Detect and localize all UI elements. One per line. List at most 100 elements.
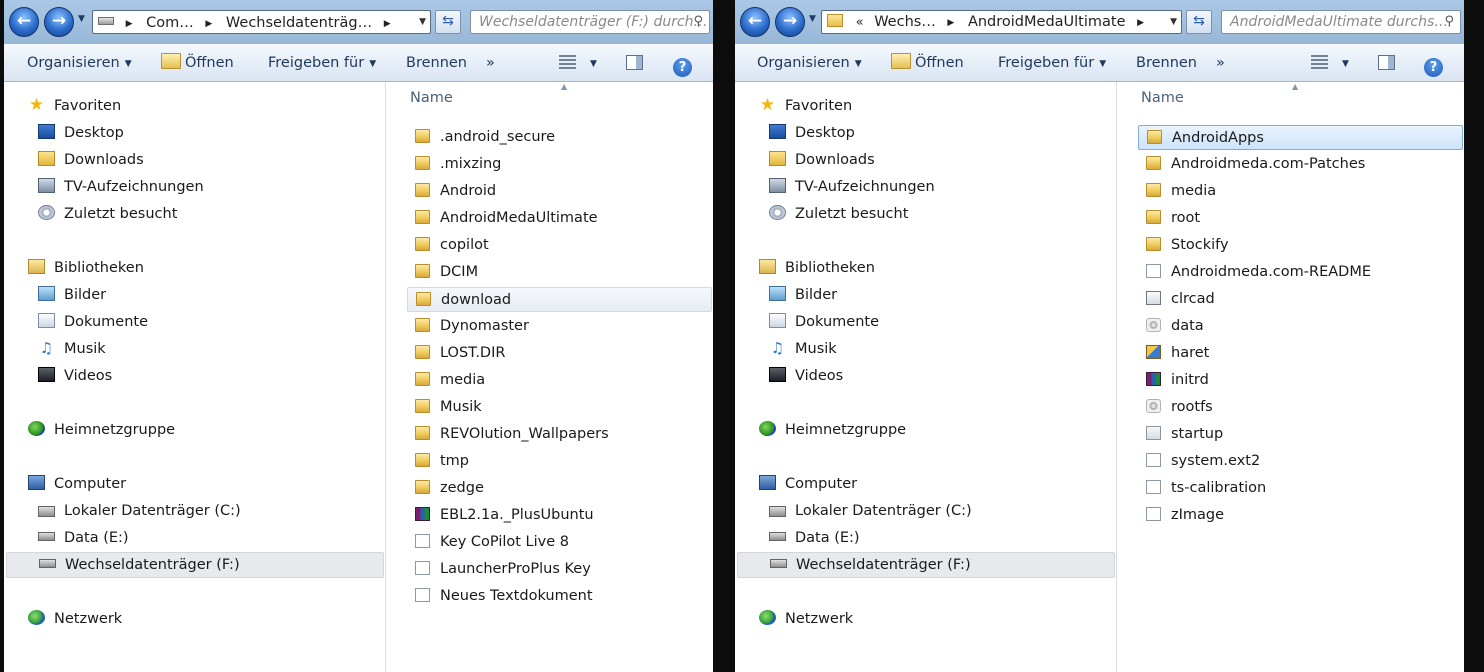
search-input[interactable]: AndroidMedaUltimate durchs… ⚲ [1221, 10, 1461, 34]
nav-drive-c[interactable]: Lokaler Datenträger (C:) [38, 499, 241, 523]
file-row[interactable]: zImage [1138, 503, 1463, 528]
more-commands-button[interactable]: » [1216, 44, 1225, 82]
refresh-button[interactable]: ⇆ [435, 10, 461, 34]
open-button[interactable]: Öffnen [161, 44, 234, 82]
nav-computer[interactable]: Computer [28, 472, 126, 496]
file-row[interactable]: media [407, 368, 712, 393]
burn-button[interactable]: Brennen [1136, 44, 1197, 82]
file-row[interactable]: REVOlution_Wallpapers [407, 422, 712, 447]
breadcrumb-removable-drive[interactable]: Wechseldatenträg… [226, 15, 372, 31]
chevron-right-icon[interactable]: ▶ [1137, 18, 1144, 28]
chevron-right-icon[interactable]: ▶ [205, 19, 212, 29]
file-row[interactable]: haret [1138, 341, 1463, 366]
nav-pictures[interactable]: Bilder [38, 283, 106, 307]
burn-button[interactable]: Brennen [406, 44, 467, 82]
breadcrumb-removable-drive[interactable]: Wechs… [874, 14, 936, 30]
change-view-button[interactable]: ▼ [1311, 44, 1349, 83]
nav-favorites[interactable]: ★ Favoriten [759, 94, 852, 118]
refresh-button[interactable]: ⇆ [1186, 10, 1212, 34]
file-row[interactable]: copilot [407, 233, 712, 258]
column-header-name[interactable]: Name [410, 90, 453, 106]
nav-libraries[interactable]: Bibliotheken [28, 256, 144, 280]
chevron-right-icon[interactable]: ▶ [384, 19, 391, 29]
file-row[interactable]: .mixzing [407, 152, 712, 177]
nav-homegroup[interactable]: Heimnetzgruppe [28, 418, 175, 442]
recent-pages-dropdown[interactable]: ▼ [78, 14, 85, 24]
file-row[interactable]: Androidmeda.com-README [1138, 260, 1463, 285]
column-header-name[interactable]: Name [1141, 90, 1184, 106]
file-row[interactable]: system.ext2 [1138, 449, 1463, 474]
file-row[interactable]: media [1138, 179, 1463, 204]
nav-videos[interactable]: Videos [769, 364, 843, 388]
nav-favorites[interactable]: ★ Favoriten [28, 94, 121, 118]
nav-desktop[interactable]: Desktop [769, 121, 855, 145]
nav-network[interactable]: Netzwerk [759, 607, 853, 631]
change-view-button[interactable]: ▼ [559, 44, 597, 83]
nav-downloads[interactable]: Downloads [38, 148, 144, 172]
nav-tv-recordings[interactable]: TV-Aufzeichnungen [769, 175, 935, 199]
forward-button[interactable]: → [775, 7, 805, 37]
open-button[interactable]: Öffnen [891, 44, 964, 82]
file-row[interactable]: initrd [1138, 368, 1463, 393]
overflow-chevrons-icon[interactable]: « [856, 15, 864, 30]
organize-button[interactable]: Organisieren ▼ [27, 44, 132, 83]
nav-drive-e[interactable]: Data (E:) [38, 526, 129, 550]
nav-music[interactable]: ♫ Musik [38, 337, 106, 361]
address-bar[interactable]: « Wechs… ▶ AndroidMedaUltimate ▶ ▼ [821, 10, 1182, 34]
nav-drive-e[interactable]: Data (E:) [769, 526, 860, 550]
nav-drive-f-selected[interactable]: Wechseldatenträger (F:) [737, 552, 1115, 578]
share-with-button[interactable]: Freigeben für ▼ [998, 44, 1106, 83]
file-row[interactable]: Neues Textdokument [407, 584, 712, 609]
file-row[interactable]: zedge [407, 476, 712, 501]
chevron-right-icon[interactable]: ▶ [947, 18, 954, 28]
file-row[interactable]: LOST.DIR [407, 341, 712, 366]
file-row[interactable]: data [1138, 314, 1463, 339]
nav-videos[interactable]: Videos [38, 364, 112, 388]
breadcrumb-current-folder[interactable]: AndroidMedaUltimate [968, 14, 1126, 30]
file-row-hover[interactable]: download [407, 287, 712, 312]
chevron-down-icon[interactable]: ▼ [419, 11, 426, 33]
nav-music[interactable]: ♫ Musik [769, 337, 837, 361]
back-button[interactable]: ← [740, 7, 770, 37]
file-row[interactable]: Musik [407, 395, 712, 420]
nav-computer[interactable]: Computer [759, 472, 857, 496]
nav-pictures[interactable]: Bilder [769, 283, 837, 307]
help-button[interactable]: ? [673, 44, 692, 82]
chevron-down-icon[interactable]: ▼ [1170, 11, 1177, 33]
chevron-right-icon[interactable]: ▶ [126, 19, 133, 29]
file-row[interactable]: Androidmeda.com-Patches [1138, 152, 1463, 177]
file-row[interactable]: root [1138, 206, 1463, 231]
file-row[interactable]: ts-calibration [1138, 476, 1463, 501]
nav-documents[interactable]: Dokumente [38, 310, 148, 334]
file-row[interactable]: Dynomaster [407, 314, 712, 339]
nav-network[interactable]: Netzwerk [28, 607, 122, 631]
address-bar[interactable]: ▶ Com… ▶ Wechseldatenträg… ▶ ▼ [92, 10, 431, 34]
file-row[interactable]: Key CoPilot Live 8 [407, 530, 712, 555]
file-row[interactable]: Android [407, 179, 712, 204]
nav-downloads[interactable]: Downloads [769, 148, 875, 172]
nav-desktop[interactable]: Desktop [38, 121, 124, 145]
nav-homegroup[interactable]: Heimnetzgruppe [759, 418, 906, 442]
file-row[interactable]: Stockify [1138, 233, 1463, 258]
file-row-selected[interactable]: AndroidApps [1138, 125, 1463, 150]
nav-recent-places[interactable]: Zuletzt besucht [38, 202, 177, 226]
file-row[interactable]: rootfs [1138, 395, 1463, 420]
nav-recent-places[interactable]: Zuletzt besucht [769, 202, 908, 226]
nav-documents[interactable]: Dokumente [769, 310, 879, 334]
file-row[interactable]: clrcad [1138, 287, 1463, 312]
file-row[interactable]: DCIM [407, 260, 712, 285]
nav-tv-recordings[interactable]: TV-Aufzeichnungen [38, 175, 204, 199]
nav-drive-f-selected[interactable]: Wechseldatenträger (F:) [6, 552, 384, 578]
share-with-button[interactable]: Freigeben für ▼ [268, 44, 376, 83]
preview-pane-button[interactable] [1378, 44, 1395, 82]
file-row[interactable]: EBL2.1a._PlusUbuntu [407, 503, 712, 528]
nav-drive-c[interactable]: Lokaler Datenträger (C:) [769, 499, 972, 523]
file-row[interactable]: tmp [407, 449, 712, 474]
preview-pane-button[interactable] [626, 44, 643, 82]
file-row[interactable]: AndroidMedaUltimate [407, 206, 712, 231]
file-row[interactable]: .android_secure [407, 125, 712, 150]
file-row[interactable]: LauncherProPlus Key [407, 557, 712, 582]
forward-button[interactable]: → [44, 7, 74, 37]
file-row[interactable]: startup [1138, 422, 1463, 447]
breadcrumb-computer[interactable]: Com… [146, 15, 194, 31]
